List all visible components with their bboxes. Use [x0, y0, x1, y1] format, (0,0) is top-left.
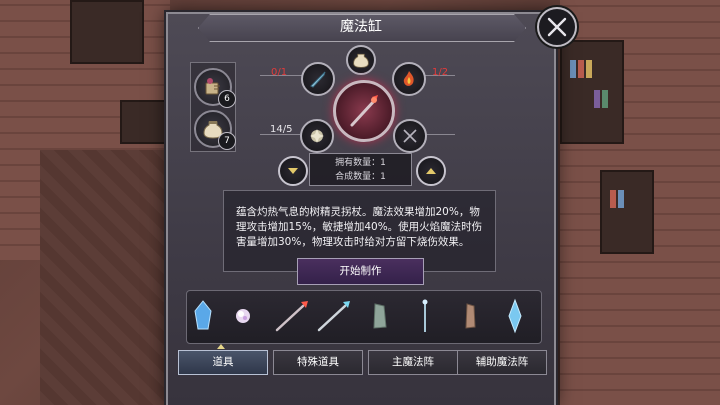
window-title: 魔法缸: [340, 19, 382, 35]
slot-count-badge: 7: [218, 132, 236, 150]
ice-staff-icon: [317, 301, 350, 332]
wood-shard-icon: [465, 303, 476, 329]
tab-main-magic-circle[interactable]: 主魔法阵: [368, 350, 458, 375]
flame-essence-icon: [403, 71, 414, 86]
slot-count-badge: 6: [218, 90, 236, 108]
inventory-item[interactable]: [364, 296, 394, 336]
jar-icon: [353, 53, 369, 68]
recipe-top-slot[interactable]: [346, 45, 376, 75]
inventory-item[interactable]: [188, 296, 218, 336]
empty-slot-icon: [403, 129, 417, 143]
inventory-item[interactable]: [455, 296, 485, 336]
start-crafting-button[interactable]: 开始制作: [297, 258, 424, 285]
decrease-button[interactable]: [278, 156, 308, 186]
craft-quantity: 合成数量：1: [335, 172, 386, 182]
chevron-up-icon: [426, 168, 436, 174]
close-button[interactable]: [537, 7, 577, 47]
item-description: 蕴含灼热气息的树精灵拐杖。魔法效果增加20%，物理攻击增加15%，敏捷增加40%…: [236, 206, 483, 248]
tab-support-magic-circle[interactable]: 辅助魔法阵: [457, 350, 547, 375]
close-icon: [547, 17, 567, 37]
stone-shard-icon: [373, 303, 387, 329]
ingredient-count: 1/2: [432, 67, 449, 78]
ingredient-slot-right-bottom[interactable]: [393, 119, 427, 153]
blue-crystal-icon: [194, 300, 212, 330]
inventory-item[interactable]: [272, 296, 312, 336]
ingredient-slot-left-bottom[interactable]: [300, 119, 334, 153]
owned-quantity: 拥有数量：1: [335, 158, 386, 168]
fire-staff-icon: [275, 301, 308, 332]
inventory-item[interactable]: [410, 296, 440, 336]
inventory-item[interactable]: [500, 296, 530, 336]
ice-shard-icon: [508, 298, 522, 334]
pearl-orb-icon: [236, 309, 250, 323]
quantity-info: 拥有数量：1 合成数量：1: [309, 153, 412, 186]
inventory-item[interactable]: [314, 296, 354, 336]
thin-wand-icon: [422, 299, 428, 332]
staff-icon: [350, 95, 378, 127]
craft-result-slot[interactable]: [333, 80, 395, 142]
ingredient-count: 14/5: [270, 124, 293, 135]
increase-button[interactable]: [416, 156, 446, 186]
active-tab-marker: [217, 344, 225, 349]
inventory-item[interactable]: [228, 296, 258, 336]
crystal-orb-icon: [310, 129, 324, 143]
chevron-down-icon: [288, 168, 298, 174]
material-slot-1[interactable]: 6: [194, 68, 236, 108]
material-slot-2[interactable]: 7: [194, 110, 236, 150]
ingredient-count: 0/1: [271, 67, 288, 78]
tab-special-items[interactable]: 特殊道具: [273, 350, 363, 375]
tab-items[interactable]: 道具: [178, 350, 268, 375]
ingredient-slot-left-top[interactable]: [301, 62, 335, 96]
ingredient-slot-right-top[interactable]: [392, 62, 426, 96]
blade-icon: [310, 71, 326, 88]
